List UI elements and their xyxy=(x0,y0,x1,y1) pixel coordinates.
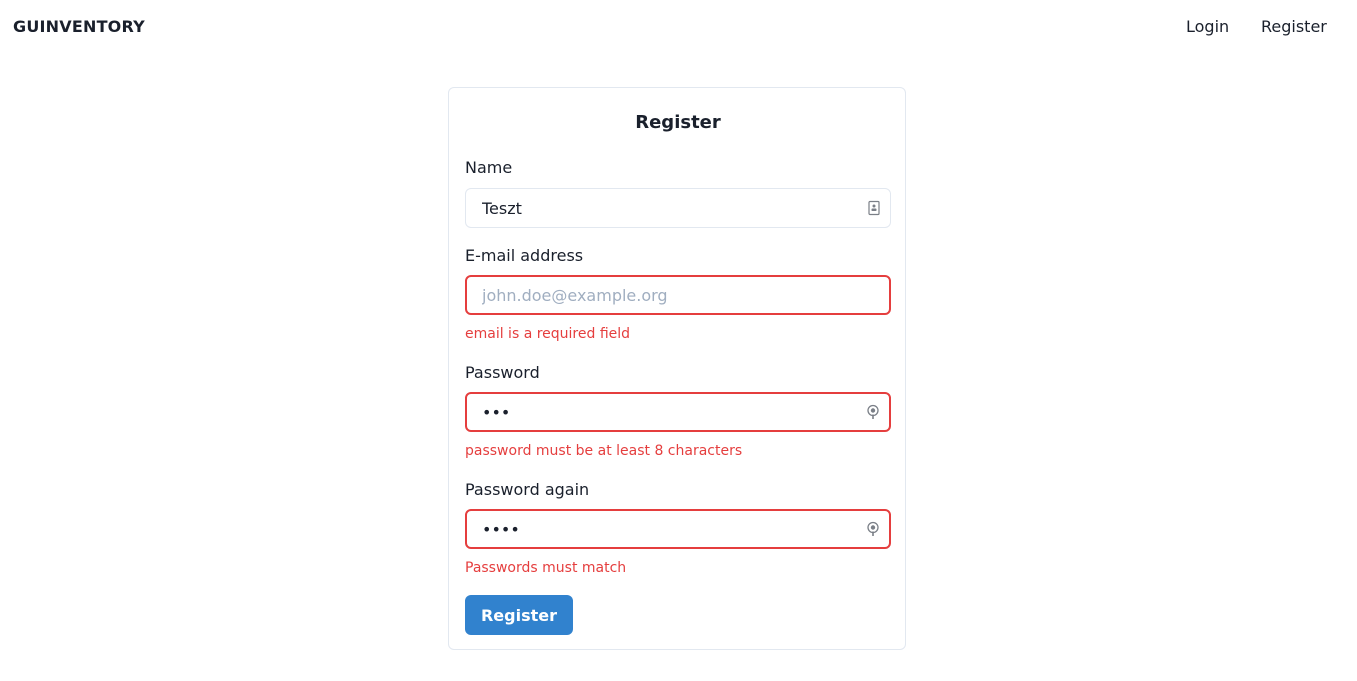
email-label: E-mail address xyxy=(465,246,584,265)
email-input[interactable] xyxy=(467,277,889,313)
password-label: Password xyxy=(465,363,540,382)
navbar: GUINVENTORY Login Register xyxy=(0,0,1357,54)
password-field-wrapper xyxy=(465,392,891,432)
email-error: email is a required field xyxy=(465,326,631,342)
password-again-field-wrapper xyxy=(465,509,891,549)
password-error: password must be at least 8 characters xyxy=(465,443,743,459)
brand-logo[interactable]: GUINVENTORY xyxy=(13,17,145,36)
password-again-error: Passwords must match xyxy=(465,560,627,576)
password-again-label: Password again xyxy=(465,480,590,499)
nav-register-link[interactable]: Register xyxy=(1261,17,1327,36)
password-key-icon[interactable] xyxy=(866,404,880,420)
name-field-wrapper xyxy=(465,188,891,228)
contact-card-icon[interactable] xyxy=(867,200,881,216)
name-input[interactable] xyxy=(466,189,890,227)
password-key-icon[interactable] xyxy=(866,521,880,537)
register-submit-button[interactable]: Register xyxy=(465,595,573,635)
form-title: Register xyxy=(635,112,721,133)
name-label: Name xyxy=(465,158,513,177)
register-card: Register Name E-mail address email is a … xyxy=(448,87,906,650)
password-input[interactable] xyxy=(467,394,889,430)
nav-login-link[interactable]: Login xyxy=(1186,17,1229,36)
password-again-input[interactable] xyxy=(467,511,889,547)
email-field-wrapper xyxy=(465,275,891,315)
